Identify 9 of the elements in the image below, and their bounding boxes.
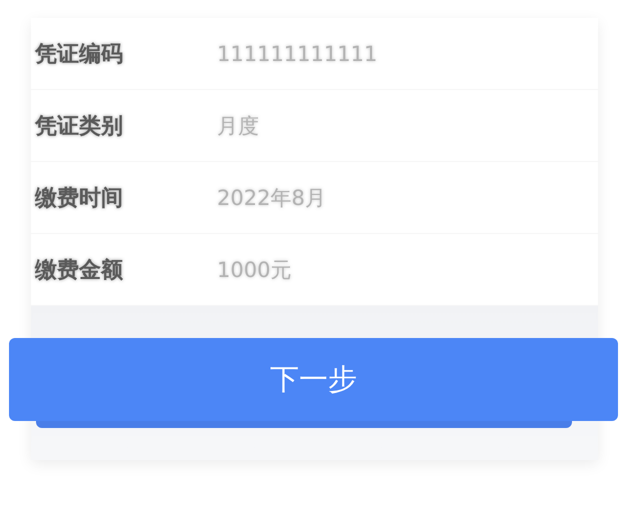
- field-value: 111111111111: [217, 42, 378, 66]
- field-label: 凭证类别: [34, 112, 124, 140]
- field-label: 缴费金额: [34, 256, 124, 284]
- field-value: 1000元: [217, 256, 292, 284]
- next-button[interactable]: 下一步: [9, 338, 618, 421]
- field-label: 凭证编码: [34, 40, 124, 68]
- field-value: 月度: [217, 112, 259, 140]
- field-value: 2022年8月: [217, 184, 326, 212]
- field-label: 缴费时间: [34, 184, 124, 212]
